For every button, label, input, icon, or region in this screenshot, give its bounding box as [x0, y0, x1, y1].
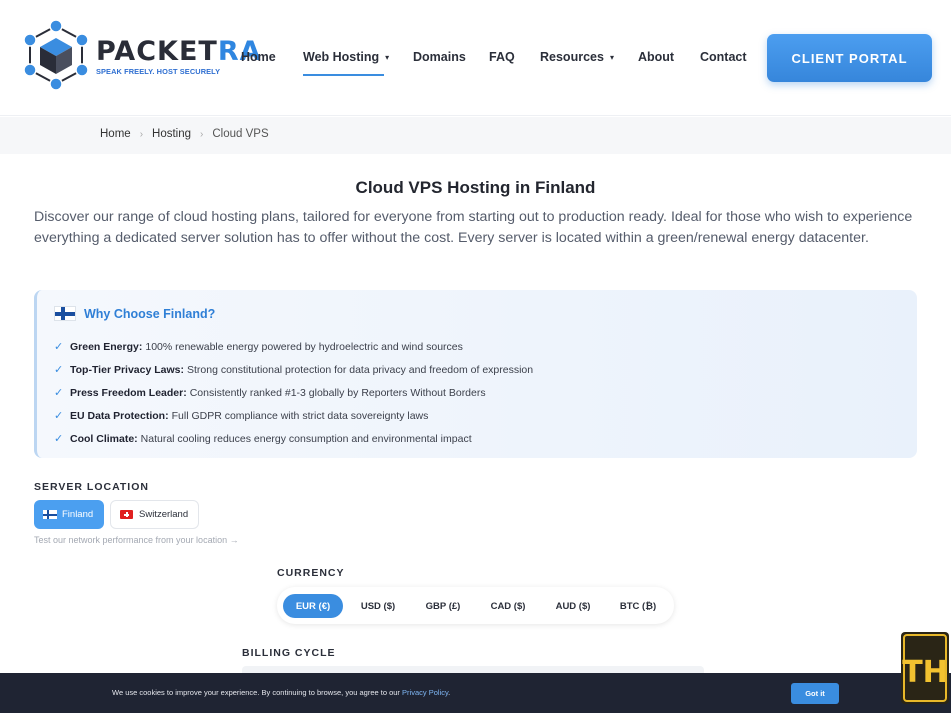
currency-gbp[interactable]: GBP (£) [413, 594, 473, 618]
list-item: ✓ Cool Climate: Natural cooling reduces en… [54, 432, 472, 446]
intro-paragraph: Discover our range of cloud hosting plan… [34, 209, 913, 246]
currency-btc[interactable]: BTC (₿) [608, 594, 668, 618]
check-icon: ✓ [54, 341, 64, 353]
billing-cycle-label: BILLING CYCLE [242, 647, 336, 659]
currency-selector: EUR (€) USD ($) GBP (£) CAD ($) AUD ($) … [277, 587, 674, 624]
nav-resources[interactable]: Resources ▾ [540, 50, 614, 64]
privacy-policy-link[interactable]: Privacy Policy [402, 688, 448, 697]
list-item: ✓ EU Data Protection: Full GDPR compliance… [54, 409, 429, 423]
check-icon: ✓ [54, 410, 64, 422]
brand-name: PACKETRA [96, 36, 262, 67]
cookie-text: We use cookies to improve your experienc… [112, 688, 451, 697]
page-title: Cloud VPS Hosting in Finland [355, 178, 596, 197]
why-list: ✓ Green Energy: 100% renewable energy powe… [54, 335, 533, 450]
list-item: ✓ Press Freedom Leader: Consistently ranke… [54, 386, 486, 400]
why-header: Why Choose Finland? [54, 306, 215, 321]
breadcrumb-hosting[interactable]: Hosting [152, 128, 191, 140]
chevron-down-icon: ▾ [385, 53, 390, 62]
watermark-letters: TH [902, 655, 948, 690]
watermark-logo: TH [901, 632, 949, 704]
currency-label: CURRENCY [277, 567, 345, 579]
server-location-label: SERVER LOCATION [34, 481, 149, 493]
client-portal-button[interactable]: CLIENT PORTAL [767, 34, 932, 82]
list-item: ✓ Green Energy: 100% renewable energy powe… [54, 340, 463, 354]
location-finland-button[interactable]: Finland [34, 500, 104, 529]
network-test-link[interactable]: Test our network performance from your l… [34, 535, 239, 545]
check-icon: ✓ [54, 433, 64, 445]
breadcrumb-home[interactable]: Home [100, 128, 131, 140]
nav-domains[interactable]: Domains [413, 50, 466, 64]
currency-usd[interactable]: USD ($) [348, 594, 408, 618]
chevron-down-icon: ▾ [609, 53, 614, 62]
switzerland-flag-icon [120, 510, 133, 519]
breadcrumb-separator: › [139, 128, 144, 140]
currency-cad[interactable]: CAD ($) [478, 594, 538, 618]
nav-active-indicator [303, 74, 384, 76]
breadcrumb-bar: Home › Hosting › Cloud VPS [0, 117, 951, 154]
cookie-banner: We use cookies to improve your experienc… [0, 673, 951, 713]
location-switzerland-button[interactable]: Switzerland [110, 500, 199, 529]
nav-contact[interactable]: Contact [700, 50, 747, 64]
check-icon: ✓ [54, 364, 64, 376]
finland-flag-icon [43, 510, 57, 519]
nav-web-hosting[interactable]: Web Hosting ▾ [303, 50, 389, 64]
nav-home[interactable]: Home [241, 50, 276, 64]
why-title: Why Choose Finland? [84, 306, 216, 321]
breadcrumb: Home › Hosting › Cloud VPS [100, 128, 269, 140]
finland-flag-icon [54, 306, 76, 321]
nav-faq[interactable]: FAQ [489, 50, 515, 64]
nav-about[interactable]: About [638, 50, 674, 64]
brand-tagline: SPEAK FREELY. HOST SECURELY [96, 67, 221, 76]
breadcrumb-current: Cloud VPS [212, 128, 269, 140]
list-item: ✓ Top-Tier Privacy Laws: Strong constituti… [54, 363, 534, 377]
brand-logo[interactable]: PACKETRA SPEAK FREELY. HOST SECURELY [18, 18, 261, 94]
why-finland-panel: Why Choose Finland? ✓ Green Energy: 100% r… [34, 290, 917, 458]
cookie-accept-button[interactable]: Got it [791, 683, 839, 704]
site-header: PACKETRA SPEAK FREELY. HOST SECURELY Hom… [0, 0, 951, 116]
breadcrumb-separator: › [200, 128, 204, 140]
logo-wordmark: PACKETRA SPEAK FREELY. HOST SECURELY [96, 36, 262, 77]
currency-aud[interactable]: AUD ($) [543, 594, 603, 618]
check-icon: ✓ [54, 387, 64, 399]
currency-eur[interactable]: EUR (€) [283, 594, 343, 618]
logo-cube-icon [23, 19, 89, 91]
